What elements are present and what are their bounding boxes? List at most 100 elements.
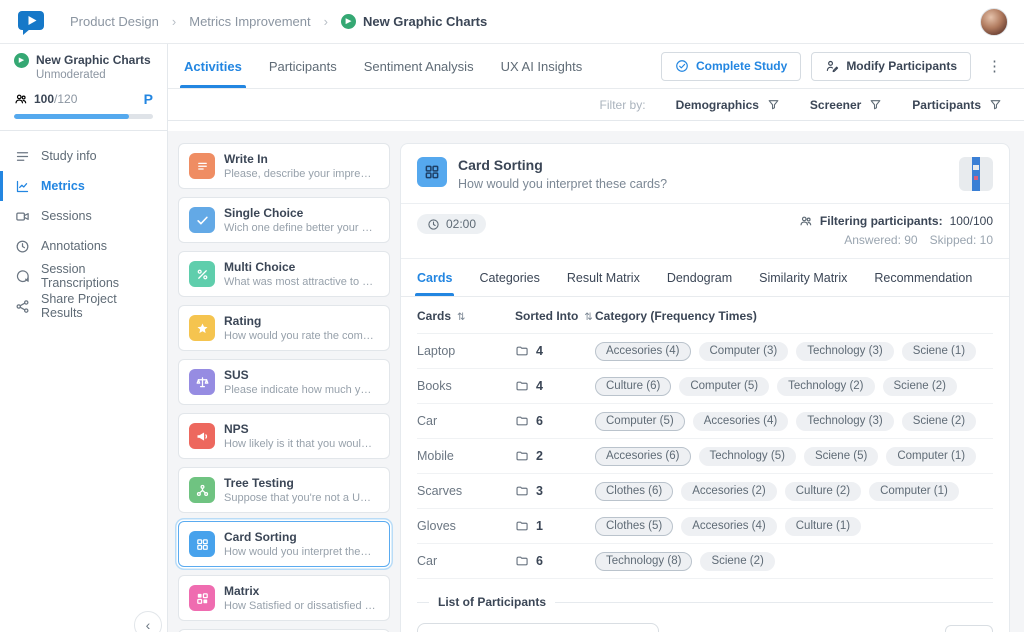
sorted-into-cell: 1 [515,519,595,533]
activity-card-matrix[interactable]: MatrixHow Satisfied or dissatisfied are … [178,575,390,621]
tab-ux-ai-insights[interactable]: UX AI Insights [501,44,583,88]
category-tags: Clothes (6)Accesories (2)Culture (2)Comp… [595,482,993,501]
tab-sentiment-analysis[interactable]: Sentiment Analysis [364,44,474,88]
content-area: Study infoMetricsSessionsAnnotationsSess… [0,131,1024,632]
sidebar-item-metrics[interactable]: Metrics [0,171,167,201]
category-tag: Accesories (4) [595,342,691,361]
sidebar-collapse-button[interactable]: ‹ [134,611,162,632]
page-size-select[interactable]: 10 ∨ [945,625,993,632]
subheader: ▶ New Graphic Charts Unmoderated 100 /12… [0,44,1024,131]
activity-card-text: Single ChoiceWich one define better your… [224,206,376,234]
answered-count: Answered: 90 [844,233,917,247]
write-in-icon [189,153,215,179]
participants-section: List of Participants ‹ 1 of 10 › 10 ∨ [401,595,1009,632]
modify-participants-button[interactable]: Modify Participants [811,52,971,81]
breadcrumb-item[interactable]: ▶New Graphic Charts [341,14,487,29]
activity-card-rating[interactable]: RatingHow would you rate the company's..… [178,305,390,351]
matrix-icon [189,585,215,611]
filter-demographics[interactable]: Demographics [676,98,780,112]
activity-title: Card Sorting [224,530,376,544]
clock-icon [15,239,30,254]
category-tag: Computer (1) [886,447,976,466]
plan-badge[interactable]: P [144,91,153,107]
nps-icon [189,423,215,449]
col-sorted-into[interactable]: Sorted Into⇅ [515,309,595,323]
filter-screener[interactable]: Screener [810,98,882,112]
activity-title: SUS [224,368,376,382]
rating-icon [189,315,215,341]
filtering-label: Filtering participants: [820,214,943,228]
activity-title: Tree Testing [224,476,376,490]
activity-description: How likely is it that you would reco... [224,438,376,450]
result-tab-categories[interactable]: Categories [479,259,539,296]
single-choice-icon [189,207,215,233]
category-tag: Culture (6) [595,377,671,396]
sorted-into-cell: 4 [515,344,595,358]
folder-icon [515,519,529,533]
category-tag: Sciene (5) [804,447,878,466]
activity-card-text: NPSHow likely is it that you would reco.… [224,422,376,450]
result-tab-recommendation[interactable]: Recommendation [874,259,972,296]
activity-card-text: RatingHow would you rate the company's..… [224,314,376,342]
breadcrumb-separator-icon: › [172,14,176,29]
result-tab-cards[interactable]: Cards [417,259,452,296]
category-tag: Clothes (5) [595,517,673,536]
activity-card-nps[interactable]: NPSHow likely is it that you would reco.… [178,413,390,459]
category-tag: Culture (1) [785,517,861,536]
participant-search[interactable] [417,623,659,632]
complete-study-button[interactable]: Complete Study [661,52,801,81]
sort-icon[interactable]: ⇅ [457,312,465,323]
result-tab-similarity-matrix[interactable]: Similarity Matrix [759,259,847,296]
tab-activities[interactable]: Activities [184,44,242,88]
activity-detail-panel: Card Sorting How would you interpret the… [400,143,1010,632]
sorted-count: 6 [536,554,543,568]
participant-total: /120 [54,92,77,106]
folder-icon [515,449,529,463]
activity-card-multi-choice[interactable]: Multi ChoiceWhat was most attractive to … [178,251,390,297]
sidebar-item-share-project-results[interactable]: Share Project Results [0,291,167,321]
pagination: ‹ 1 of 10 › 10 ∨ [834,625,993,632]
activity-card-write-in[interactable]: Write InPlease, describe your impression… [178,143,390,189]
sort-icon[interactable]: ⇅ [584,312,592,323]
sidebar-item-annotations[interactable]: Annotations [0,231,167,261]
category-tags: Technology (8)Sciene (2) [595,552,993,571]
activity-thumbnail[interactable] [959,157,993,191]
col-cards[interactable]: Cards⇅ [417,309,515,323]
tab-participants[interactable]: Participants [269,44,337,88]
table-header-row: Cards⇅ Sorted Into⇅ Category (Frequency … [417,297,993,334]
multi-choice-icon [189,261,215,287]
app-logo-icon[interactable] [16,9,46,35]
sorted-into-cell: 2 [515,449,595,463]
breadcrumb-item[interactable]: Metrics Improvement [189,14,310,29]
more-options-icon[interactable]: ⋮ [981,53,1008,79]
sorted-count: 2 [536,449,543,463]
category-tag: Technology (3) [796,412,893,431]
sorted-into-cell: 6 [515,554,595,568]
activity-card-sus[interactable]: SUSPlease indicate how much you agre... [178,359,390,405]
sidebar-item-session-transcriptions[interactable]: Session Transcriptions [0,261,167,291]
result-tab-dendogram[interactable]: Dendogram [667,259,732,296]
table-row: Car6Technology (8)Sciene (2) [417,544,993,579]
chat-icon [15,269,30,284]
activity-card-tree-testing[interactable]: Tree TestingSuppose that you're not a Us… [178,467,390,513]
activity-card-single-choice[interactable]: Single ChoiceWich one define better your… [178,197,390,243]
sidebar-item-study-info[interactable]: Study info [0,141,167,171]
activity-card-card-sorting[interactable]: Card SortingHow would you interpret thes… [178,521,390,567]
user-avatar[interactable] [980,8,1008,36]
video-icon [15,209,30,224]
clock-icon [427,218,440,231]
sorted-into-cell: 4 [515,379,595,393]
sidebar-item-sessions[interactable]: Sessions [0,201,167,231]
breadcrumb-item[interactable]: Product Design [70,14,159,29]
category-tag: Sciene (1) [902,342,976,361]
panel-subtitle: How would you interpret these cards? [458,177,667,191]
category-tag: Clothes (6) [595,482,673,501]
participant-count: 100 [34,92,54,106]
study-status-icon: ▶ [14,53,29,68]
result-tab-result-matrix[interactable]: Result Matrix [567,259,640,296]
category-tag: Sciene (2) [883,377,957,396]
result-tabs: Cards Categories Result Matrix Dendogram Sim… [401,259,1009,297]
timer-pill: 02:00 [417,214,486,234]
study-progress-bar[interactable] [14,114,153,119]
filter-participants[interactable]: Participants [912,98,1002,112]
